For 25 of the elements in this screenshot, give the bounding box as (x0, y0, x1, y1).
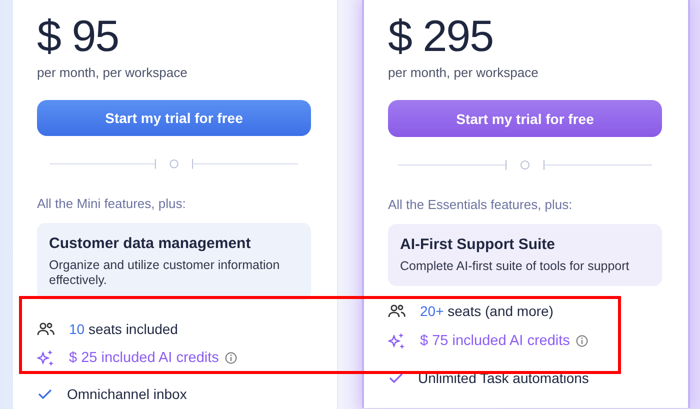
start-trial-button[interactable]: Start my trial for free (37, 100, 311, 136)
plan-price: $ 295 (388, 11, 494, 63)
seats-text: 10 seats included (69, 320, 178, 337)
users-icon (37, 320, 55, 337)
start-trial-button[interactable]: Start my trial for free (388, 100, 662, 137)
features-intro: All the Essentials features, plus: (388, 197, 572, 212)
highlight-description: Complete AI-first suite of tools for support (400, 259, 630, 274)
features-intro: All the Mini features, plus: (37, 196, 186, 211)
check-icon (37, 388, 53, 400)
users-icon (388, 303, 406, 319)
price-period: per month, per workspace (37, 65, 188, 80)
highlight-description: Organize and utilize customer information effectively. (49, 258, 281, 288)
sparkles-icon (37, 348, 55, 367)
info-icon[interactable] (224, 352, 237, 364)
highlight-title: Customer data management (49, 234, 252, 252)
plan-price: $ 95 (37, 11, 119, 63)
ai-credits-text: $ 25 included AI credits (69, 350, 219, 366)
seats-text: 20+ seats (and more) (420, 303, 554, 319)
ai-credits-text: $ 75 included AI credits (420, 333, 570, 349)
info-icon[interactable] (576, 335, 588, 347)
highlight-title: AI-First Support Suite (400, 236, 556, 253)
sparkles-icon (388, 332, 406, 350)
price-period: per month, per workspace (388, 65, 538, 80)
check-icon (388, 372, 404, 384)
feature-text: Omnichannel inbox (67, 386, 187, 402)
